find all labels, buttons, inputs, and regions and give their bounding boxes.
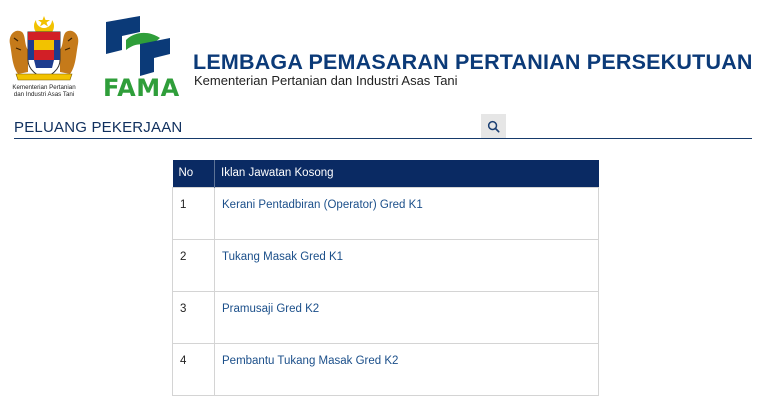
vacancy-link[interactable]: Pembantu Tukang Masak Gred K2 bbox=[222, 355, 398, 367]
column-header-vacancy: Iklan Jawatan Kosong bbox=[214, 160, 599, 187]
vacancy-link[interactable]: Pramusaji Gred K2 bbox=[222, 303, 319, 315]
fama-wordmark: FAMA bbox=[103, 74, 180, 102]
column-header-no: No bbox=[172, 160, 215, 187]
organization-title: LEMBAGA PEMASARAN PERTANIAN PERSEKUTUAN bbox=[193, 50, 753, 74]
table-row: 3 Pramusaji Gred K2 bbox=[172, 290, 599, 344]
section-bar: PELUANG PEKERJAAN bbox=[14, 113, 752, 139]
table-header-row: No Iklan Jawatan Kosong bbox=[172, 160, 599, 187]
ministry-caption: Kementerian Pertanian dan Industri Asas … bbox=[6, 84, 82, 98]
ministry-caption-line2: dan Industri Asas Tani bbox=[13, 91, 75, 98]
organization-subtitle: Kementerian Pertanian dan Industri Asas … bbox=[194, 73, 458, 88]
vacancy-cell: Kerani Pentadbiran (Operator) Gred K1 bbox=[214, 186, 599, 240]
row-number: 1 bbox=[172, 186, 215, 240]
page-header: Kementerian Pertanian dan Industri Asas … bbox=[0, 0, 762, 108]
table-row: 4 Pembantu Tukang Masak Gred K2 bbox=[172, 342, 599, 396]
row-number: 4 bbox=[172, 342, 215, 396]
job-vacancies-table: No Iklan Jawatan Kosong 1 Kerani Pentadb… bbox=[172, 160, 599, 396]
table-row: 1 Kerani Pentadbiran (Operator) Gred K1 bbox=[172, 186, 599, 240]
page-title: PELUANG PEKERJAAN bbox=[14, 119, 183, 136]
vacancy-cell: Pramusaji Gred K2 bbox=[214, 290, 599, 344]
search-icon bbox=[487, 120, 500, 133]
fama-emblem-icon bbox=[106, 16, 170, 76]
vacancy-cell: Pembantu Tukang Masak Gred K2 bbox=[214, 342, 599, 396]
section-divider bbox=[14, 138, 752, 139]
table-row: 2 Tukang Masak Gred K1 bbox=[172, 238, 599, 292]
ministry-caption-line1: Kementerian Pertanian bbox=[12, 84, 76, 91]
search-button[interactable] bbox=[481, 114, 506, 138]
row-number: 3 bbox=[172, 290, 215, 344]
vacancy-link[interactable]: Tukang Masak Gred K1 bbox=[222, 251, 343, 263]
row-number: 2 bbox=[172, 238, 215, 292]
vacancy-link[interactable]: Kerani Pentadbiran (Operator) Gred K1 bbox=[222, 199, 423, 211]
fama-logo[interactable]: FAMA bbox=[100, 14, 180, 104]
ministry-crest-logo[interactable]: Kementerian Pertanian dan Industri Asas … bbox=[6, 14, 82, 102]
vacancy-cell: Tukang Masak Gred K1 bbox=[214, 238, 599, 292]
coat-of-arms-icon bbox=[9, 16, 79, 81]
